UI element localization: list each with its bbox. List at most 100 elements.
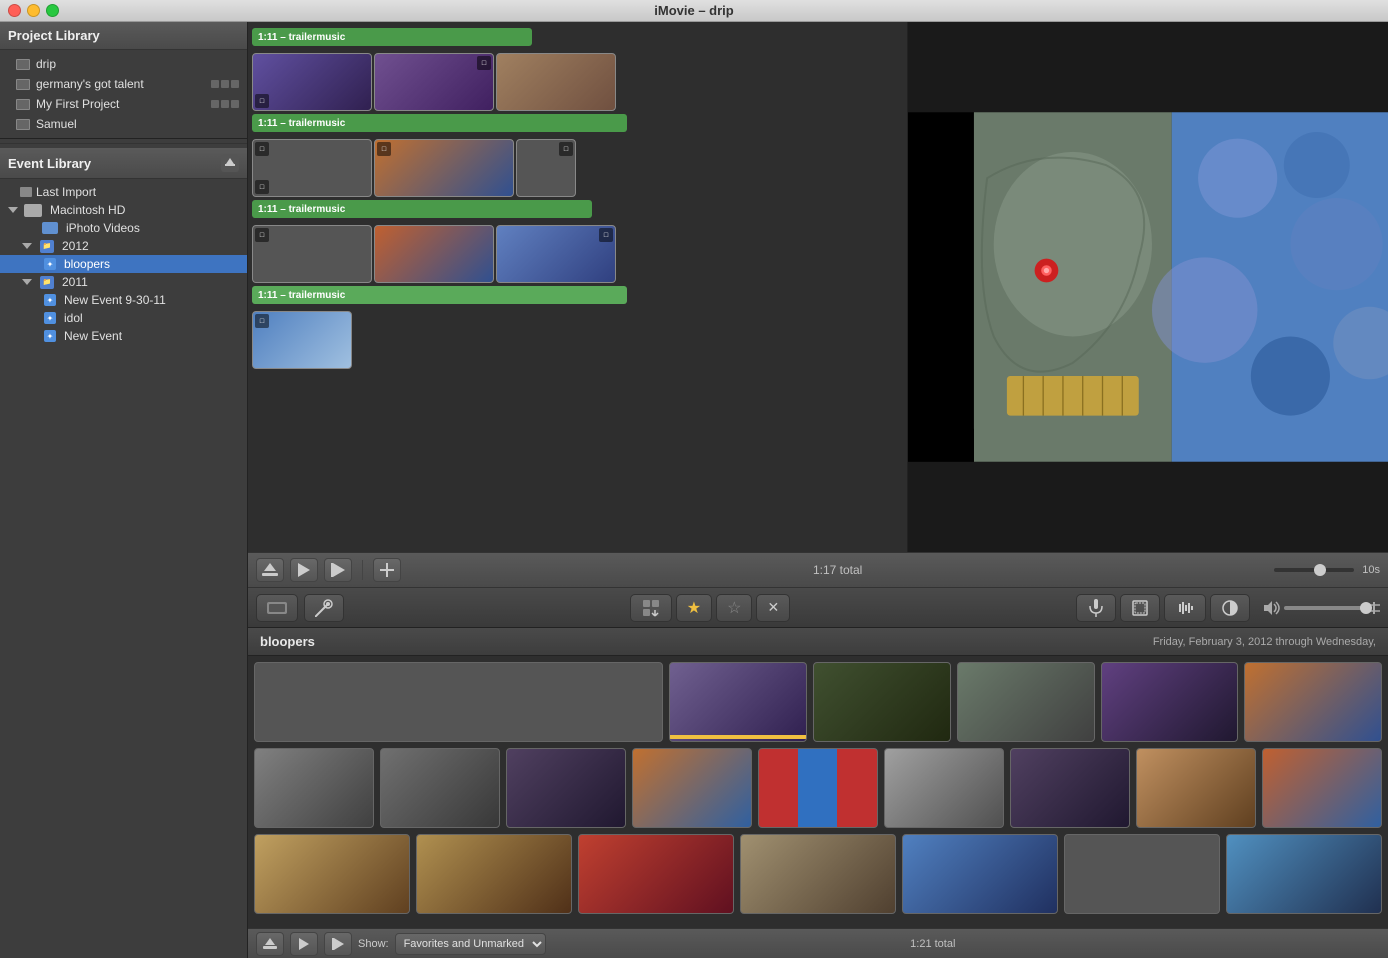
project-library-items: drip germany's got talent My First Proje… <box>0 50 247 138</box>
expand-triangle-icon <box>22 279 32 285</box>
timeline-clip[interactable] <box>374 225 494 283</box>
color-adjust-button[interactable] <box>1210 594 1250 622</box>
clip-picker-button[interactable] <box>630 594 672 622</box>
event-browser-date: Friday, February 3, 2012 through Wednesd… <box>1153 636 1376 648</box>
unmark-button[interactable]: ☆ <box>716 594 752 622</box>
zoom-thumb[interactable] <box>1314 564 1326 576</box>
sidebar-item-samuel[interactable]: Samuel <box>0 114 247 134</box>
event-clip[interactable] <box>1101 662 1239 742</box>
event-browser-grid <box>248 656 1388 928</box>
ctrl-dot <box>231 80 239 88</box>
show-select[interactable]: Favorites and Unmarked All Clips Favorit… <box>395 933 546 955</box>
project-item-controls <box>211 80 239 88</box>
clip-corner-icon: □ <box>255 94 269 108</box>
event-item-macintosh-hd[interactable]: Macintosh HD <box>0 201 247 219</box>
timeline-clip[interactable]: □ <box>252 225 372 283</box>
bottom-play-full-button[interactable] <box>324 932 352 956</box>
calendar-icon: 📁 <box>40 276 54 289</box>
event-star-icon: ✦ <box>44 258 56 270</box>
event-clip[interactable] <box>1226 834 1382 914</box>
timeline-clip[interactable] <box>496 53 616 111</box>
event-item-bloopers[interactable]: ✦ bloopers <box>0 255 247 273</box>
event-clip[interactable] <box>758 748 878 828</box>
event-library-action[interactable] <box>221 154 239 172</box>
minimize-button[interactable] <box>27 4 40 17</box>
event-item-last-import[interactable]: Last Import <box>0 183 247 201</box>
clip-appearance-button[interactable] <box>256 594 298 622</box>
timeline-row: 1:11 – trailermusic <box>252 28 903 46</box>
event-clip[interactable] <box>884 748 1004 828</box>
event-item-2011[interactable]: 📁 2011 <box>0 273 247 291</box>
clip-corner-icon: □ <box>255 180 269 194</box>
clip-picker-icon <box>641 598 661 618</box>
play-full-button[interactable] <box>324 558 352 582</box>
event-clip[interactable] <box>254 748 374 828</box>
favorite-star-icon: ★ <box>687 598 701 618</box>
bottom-play-button[interactable] <box>290 932 318 956</box>
content-area: 1:11 – trailermusic □ □ <box>248 22 1388 958</box>
audio-adjust-button[interactable] <box>1076 594 1116 622</box>
volume-thumb[interactable] <box>1360 602 1372 614</box>
event-clip[interactable] <box>506 748 626 828</box>
event-clip[interactable] <box>1064 834 1220 914</box>
reject-x-icon: ✕ <box>767 599 779 616</box>
sidebar-item-my-first-project[interactable]: My First Project <box>0 94 247 114</box>
microphone-icon <box>1087 599 1105 617</box>
event-clip[interactable] <box>578 834 734 914</box>
ctrl-dot <box>211 80 219 88</box>
film-icon <box>16 119 30 130</box>
timeline-clip[interactable]: □ <box>496 225 616 283</box>
timeline-clips: □ □ □ □ <box>252 138 903 198</box>
ctrl-dot <box>231 100 239 108</box>
event-clip[interactable] <box>1136 748 1256 828</box>
import-button[interactable] <box>256 558 284 582</box>
zoom-track[interactable] <box>1274 568 1354 572</box>
audio-waveform-button[interactable] <box>1164 594 1206 622</box>
event-item-iphoto-videos[interactable]: iPhoto Videos <box>0 219 247 237</box>
event-clip[interactable] <box>1244 662 1382 742</box>
event-item-new-event[interactable]: ✦ New Event <box>0 327 247 345</box>
event-clip[interactable] <box>632 748 752 828</box>
mark-favorite-button[interactable]: ★ <box>676 594 712 622</box>
event-clip[interactable] <box>1262 748 1382 828</box>
close-button[interactable] <box>8 4 21 17</box>
timeline-clip[interactable]: □ □ <box>252 139 372 197</box>
crop-button[interactable] <box>1120 594 1160 622</box>
maximize-button[interactable] <box>46 4 59 17</box>
separator <box>362 560 363 580</box>
titlebar: iMovie – drip <box>0 0 1388 22</box>
event-clip[interactable] <box>254 662 663 742</box>
event-clip[interactable] <box>813 662 951 742</box>
event-clip[interactable] <box>957 662 1095 742</box>
volume-slider[interactable] <box>1284 606 1364 610</box>
sidebar-item-drip[interactable]: drip <box>0 54 247 74</box>
event-clip[interactable] <box>380 748 500 828</box>
event-clip[interactable] <box>902 834 1058 914</box>
timeline-clip[interactable]: □ <box>252 53 372 111</box>
clip-appearance-icon <box>267 600 287 616</box>
event-clip[interactable] <box>254 834 410 914</box>
magic-wand-button[interactable] <box>304 594 344 622</box>
timeline-scroll[interactable]: 1:11 – trailermusic □ □ <box>248 22 907 522</box>
iphoto-icon <box>42 222 58 234</box>
timeline-clip[interactable]: □ <box>374 139 514 197</box>
main-layout: Project Library drip germany's got talen… <box>0 22 1388 958</box>
timeline-clip[interactable]: □ <box>516 139 576 197</box>
sidebar-item-germany[interactable]: germany's got talent <box>0 74 247 94</box>
event-item-idol[interactable]: ✦ idol <box>0 309 247 327</box>
event-item-2012[interactable]: 📁 2012 <box>0 237 247 255</box>
play-button[interactable] <box>290 558 318 582</box>
timeline-clip[interactable]: □ <box>374 53 494 111</box>
event-clip[interactable] <box>740 834 896 914</box>
event-clip[interactable] <box>416 834 572 914</box>
add-button[interactable] <box>373 558 401 582</box>
bottom-import-button[interactable] <box>256 932 284 956</box>
project-library: Project Library drip germany's got talen… <box>0 22 247 139</box>
timeline-clip[interactable]: □ <box>252 311 352 369</box>
event-item-new-event-9-30-11[interactable]: ✦ New Event 9-30-11 <box>0 291 247 309</box>
event-clip[interactable] <box>669 662 807 742</box>
crop-icon <box>1131 599 1149 617</box>
reject-button[interactable]: ✕ <box>756 594 790 622</box>
event-clip[interactable] <box>1010 748 1130 828</box>
clip-corner-icon: □ <box>377 142 391 156</box>
